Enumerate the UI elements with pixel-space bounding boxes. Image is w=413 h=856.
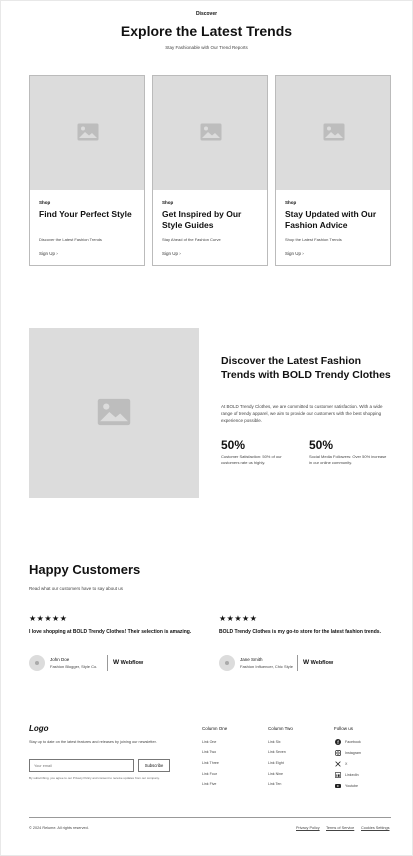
footer-link[interactable]: Link Six: [268, 740, 281, 744]
linkedin-icon: [335, 772, 341, 778]
privacy-policy-link[interactable]: Privacy Policy: [296, 826, 320, 830]
social-link-facebook[interactable]: f Facebook: [335, 739, 361, 745]
footer-link[interactable]: Link Three: [202, 761, 219, 765]
card-title: Stay Updated with Our Fashion Advice: [285, 209, 377, 230]
stat-label: Social Media Followers: Over 50% increas…: [309, 454, 387, 465]
landing-page: Discover Explore the Latest Trends Stay …: [0, 0, 413, 856]
card-signup-link[interactable]: Sign Up ›: [39, 251, 58, 256]
chevron-right-icon: ›: [179, 251, 181, 256]
author-name: Jane Smith: [240, 657, 263, 662]
footer-link[interactable]: Link Ten: [268, 782, 281, 786]
image-icon: [97, 398, 131, 426]
author-role: Fashion Influencer, Chic Style: [240, 664, 293, 669]
newsletter-fine-print: By subscribing, you agree to our Privacy…: [29, 776, 160, 780]
company-logo: W Webflow: [303, 659, 334, 666]
image-icon: [77, 123, 99, 141]
hero-eyebrow: Discover: [195, 11, 218, 17]
image-icon: [323, 123, 345, 141]
card-image-placeholder: [30, 76, 144, 190]
testimonial-quote: I love shopping at BOLD Trendy Clothes! …: [29, 629, 192, 635]
card-image-placeholder: [153, 76, 267, 190]
facebook-icon: f: [335, 739, 341, 745]
footer-link[interactable]: Link Eight: [268, 761, 284, 765]
footer-column-one-title: Column One: [202, 726, 228, 731]
card-signup-link[interactable]: Sign Up ›: [162, 251, 181, 256]
footer-divider: [29, 817, 391, 818]
card-signup-link[interactable]: Sign Up ›: [285, 251, 304, 256]
cookies-settings-link[interactable]: Cookies Settings: [361, 826, 390, 830]
card-title: Get Inspired by Our Style Guides: [162, 209, 242, 230]
avatar: [29, 655, 45, 671]
footer-follow-title: Follow us: [334, 726, 354, 731]
testimonials-subtitle: Read what our customers have to say abou…: [29, 586, 124, 591]
feature-card-3: Shop Stay Updated with Our Fashion Advic…: [275, 75, 391, 266]
card-description: Discover the Latest Fashion Trends: [39, 237, 102, 242]
social-link-x[interactable]: X: [335, 761, 347, 767]
footer-link[interactable]: Link Nine: [268, 772, 283, 776]
card-description: Stay Ahead of the Fashion Curve: [162, 237, 221, 242]
feature-card-2: Shop Get Inspired by Our Style Guides St…: [152, 75, 268, 266]
terms-of-service-link[interactable]: Terms of Service: [326, 826, 354, 830]
stat-block: 50% Customer Satisfaction: 50% of our cu…: [221, 438, 301, 465]
footer-column-two-title: Column Two: [268, 726, 293, 731]
author-role: Fashion Blogger, Style Co.: [50, 664, 98, 669]
stat-label: Customer Satisfaction: 50% of our custom…: [221, 454, 282, 465]
author-name: John Doe: [50, 657, 70, 662]
footer-link[interactable]: Link Seven: [268, 750, 286, 754]
card-title: Find Your Perfect Style: [39, 209, 132, 219]
hero-subtitle: Stay Fashionable with Our Trend Reports: [165, 45, 248, 50]
testimonial-author: Jane Smith Fashion Influencer, Chic Styl…: [219, 655, 389, 671]
x-icon: [335, 761, 341, 767]
footer-link[interactable]: Link Four: [202, 772, 217, 776]
card-image-placeholder: [276, 76, 390, 190]
feature-title: Discover the Latest Fashion Trends with …: [221, 355, 391, 381]
social-link-youtube[interactable]: Youtube: [335, 783, 358, 789]
star-rating: ★★★★★: [29, 614, 68, 623]
newsletter-description: Stay up to date on the latest features a…: [29, 740, 157, 744]
email-input[interactable]: [29, 759, 134, 772]
star-rating: ★★★★★: [219, 614, 258, 623]
testimonial-author: John Doe Fashion Blogger, Style Co. W We…: [29, 655, 199, 671]
vertical-divider: [107, 655, 108, 671]
social-link-instagram[interactable]: Instagram: [335, 750, 361, 756]
testimonial-quote: BOLD Trendy Clothes is my go-to store fo…: [219, 629, 381, 635]
webflow-icon: W: [303, 659, 310, 666]
company-logo: W Webflow: [113, 659, 144, 666]
testimonials-title: Happy Customers: [29, 562, 141, 577]
feature-image-placeholder: [29, 328, 199, 498]
footer-link[interactable]: Link One: [202, 740, 216, 744]
social-link-linkedin[interactable]: LinkedIn: [335, 772, 359, 778]
footer-logo[interactable]: Logo: [29, 724, 49, 733]
stat-number: 50%: [221, 438, 246, 452]
card-description: Shop the Latest Fashion Trends: [285, 237, 342, 242]
testimonial-card: ★★★★★ I love shopping at BOLD Trendy Clo…: [29, 614, 199, 671]
card-tag: Shop: [39, 200, 51, 205]
chevron-right-icon: ›: [302, 251, 304, 256]
youtube-icon: [335, 784, 341, 788]
card-tag: Shop: [162, 200, 174, 205]
feature-card-1: Shop Find Your Perfect Style Discover th…: [29, 75, 145, 266]
vertical-divider: [297, 655, 298, 671]
webflow-icon: W: [113, 659, 120, 666]
hero-title: Explore the Latest Trends: [120, 23, 293, 39]
testimonial-card: ★★★★★ BOLD Trendy Clothes is my go-to st…: [219, 614, 389, 671]
stat-block: 50% Social Media Followers: Over 50% inc…: [309, 438, 389, 465]
feature-description: At BOLD Trendy Clothes, we are committed…: [221, 404, 383, 423]
footer-link[interactable]: Link Five: [202, 782, 216, 786]
subscribe-button[interactable]: Subscribe: [138, 759, 170, 772]
footer-link[interactable]: Link Two: [202, 750, 216, 754]
stat-number: 50%: [309, 438, 334, 452]
instagram-icon: [335, 750, 341, 756]
image-icon: [200, 123, 222, 141]
chevron-right-icon: ›: [56, 251, 58, 256]
card-tag: Shop: [285, 200, 297, 205]
copyright: © 2024 Relume. All rights reserved.: [29, 826, 89, 830]
avatar: [219, 655, 235, 671]
